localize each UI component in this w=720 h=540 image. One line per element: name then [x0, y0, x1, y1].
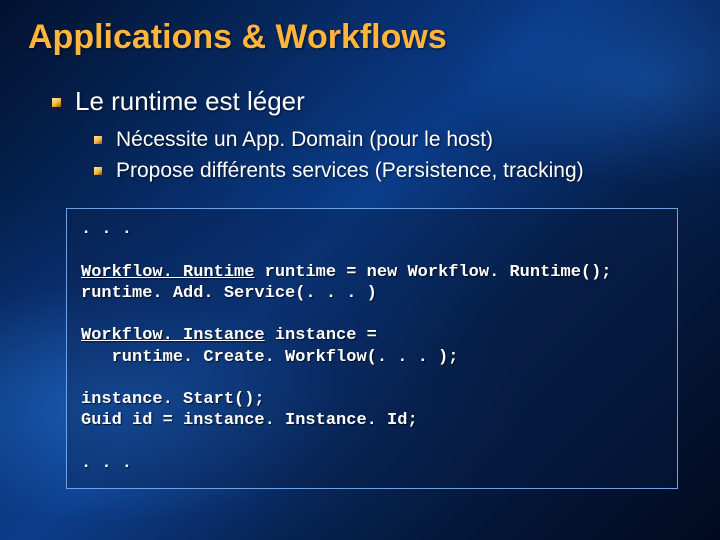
bullet-text: Propose différents services (Persistence… — [116, 157, 584, 184]
code-block: . . . Workflow. Runtime runtime = new Wo… — [66, 208, 678, 489]
code-line: . . . — [81, 220, 132, 239]
bullet-text: Nécessite un App. Domain (pour le host) — [116, 126, 493, 153]
code-line: instance. Start(); — [81, 390, 265, 409]
code-line: runtime. Create. Workflow(. . . ); — [81, 348, 458, 367]
code-line: instance = — [265, 326, 377, 345]
code-type: Workflow. Runtime — [81, 263, 254, 282]
bullet-icon — [94, 136, 102, 144]
code-line: . . . — [81, 454, 132, 473]
bullet-text: Le runtime est léger — [75, 85, 305, 118]
code-type: Workflow. Instance — [81, 326, 265, 345]
code-line: runtime = new Workflow. Runtime(); — [254, 263, 611, 282]
bullet-icon — [52, 98, 61, 107]
bullet-level2: Nécessite un App. Domain (pour le host) — [94, 126, 692, 153]
slide-title: Applications & Workflows — [28, 18, 692, 57]
bullet-level1: Le runtime est léger — [52, 85, 692, 118]
code-line: runtime. Add. Service(. . . ) — [81, 284, 377, 303]
bullet-level2: Propose différents services (Persistence… — [94, 157, 692, 184]
slide: Applications & Workflows Le runtime est … — [0, 0, 720, 540]
code-line: Guid id = instance. Instance. Id; — [81, 411, 418, 430]
bullet-icon — [94, 167, 102, 175]
